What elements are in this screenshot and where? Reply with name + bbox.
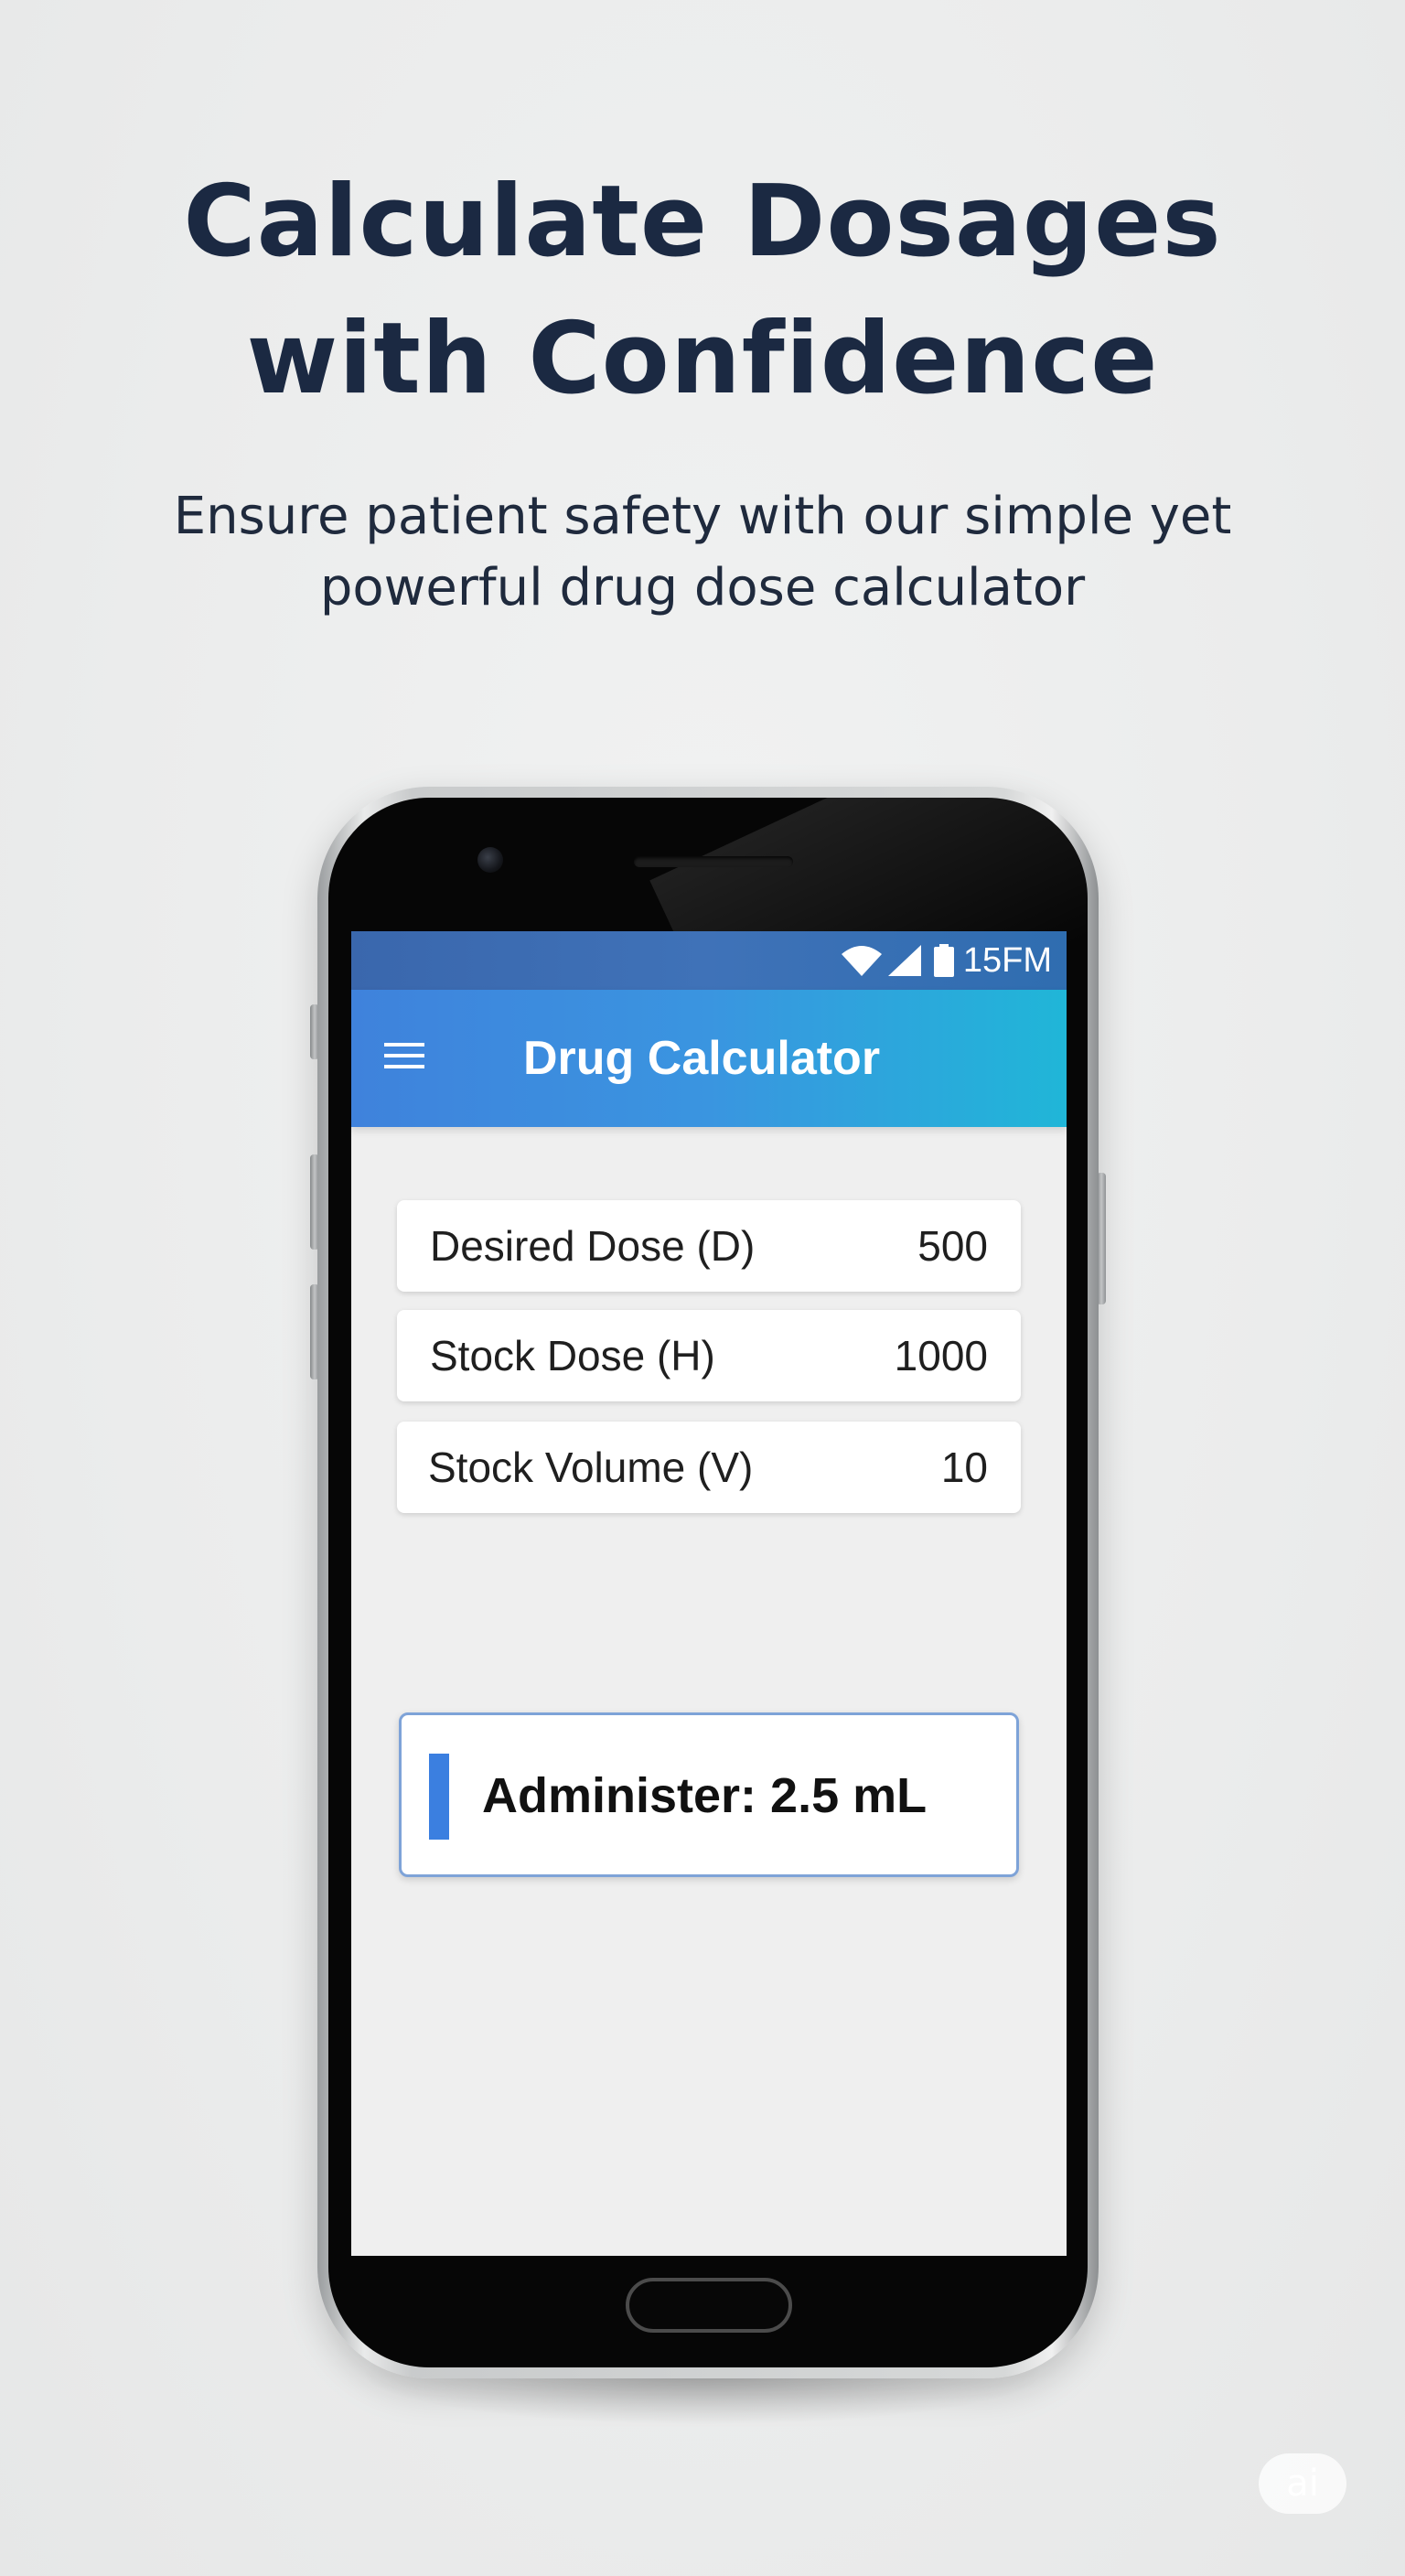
desired-dose-field[interactable]: Desired Dose (D) 500 bbox=[397, 1200, 1021, 1292]
result-accent-bar bbox=[429, 1754, 449, 1840]
stock-volume-value[interactable]: 10 bbox=[941, 1442, 988, 1493]
promo-headline-line-2: with Confidence bbox=[246, 302, 1159, 416]
promo-headline: Calculate Dosages with Confidence bbox=[0, 154, 1405, 428]
desired-dose-label: Desired Dose (D) bbox=[430, 1222, 756, 1270]
app-title: Drug Calculator bbox=[523, 1032, 881, 1085]
result-card: Administer: 2.5 mL bbox=[399, 1712, 1019, 1877]
desired-dose-value[interactable]: 500 bbox=[917, 1220, 988, 1272]
result-text: Administer: 2.5 mL bbox=[482, 1768, 928, 1823]
stock-dose-field[interactable]: Stock Dose (H) 1000 bbox=[397, 1310, 1021, 1401]
status-time: 15FM bbox=[962, 940, 1052, 980]
phone-screen: 15FM Drug Calculator Desired Dose (D) 50… bbox=[351, 931, 1067, 2256]
stock-volume-label: Stock Volume (V) bbox=[428, 1444, 754, 1491]
status-icons: 15FM bbox=[841, 940, 1052, 981]
stock-volume-field[interactable]: Stock Volume (V) 10 bbox=[397, 1422, 1021, 1513]
front-camera bbox=[477, 847, 503, 873]
stock-dose-label: Stock Dose (H) bbox=[430, 1332, 715, 1379]
earpiece-speaker bbox=[634, 856, 793, 867]
promo-subtitle: Ensure patient safety with our simple ye… bbox=[0, 481, 1405, 624]
signal-icon bbox=[887, 945, 921, 976]
hamburger-menu-icon bbox=[384, 1043, 424, 1068]
app-bar: Drug Calculator bbox=[351, 990, 1067, 1127]
stock-dose-value[interactable]: 1000 bbox=[895, 1330, 988, 1381]
ai-watermark: ai bbox=[1259, 2453, 1346, 2514]
wifi-icon bbox=[841, 945, 883, 976]
promo-subtitle-line-1: Ensure patient safety with our simple ye… bbox=[173, 487, 1232, 546]
status-bar: 15FM bbox=[351, 931, 1067, 990]
menu-button[interactable] bbox=[382, 1037, 426, 1074]
battery-icon bbox=[933, 944, 954, 977]
promo-subtitle-line-2: powerful drug dose calculator bbox=[319, 558, 1086, 617]
home-button[interactable] bbox=[626, 2278, 792, 2333]
promo-headline-line-1: Calculate Dosages bbox=[183, 165, 1222, 279]
